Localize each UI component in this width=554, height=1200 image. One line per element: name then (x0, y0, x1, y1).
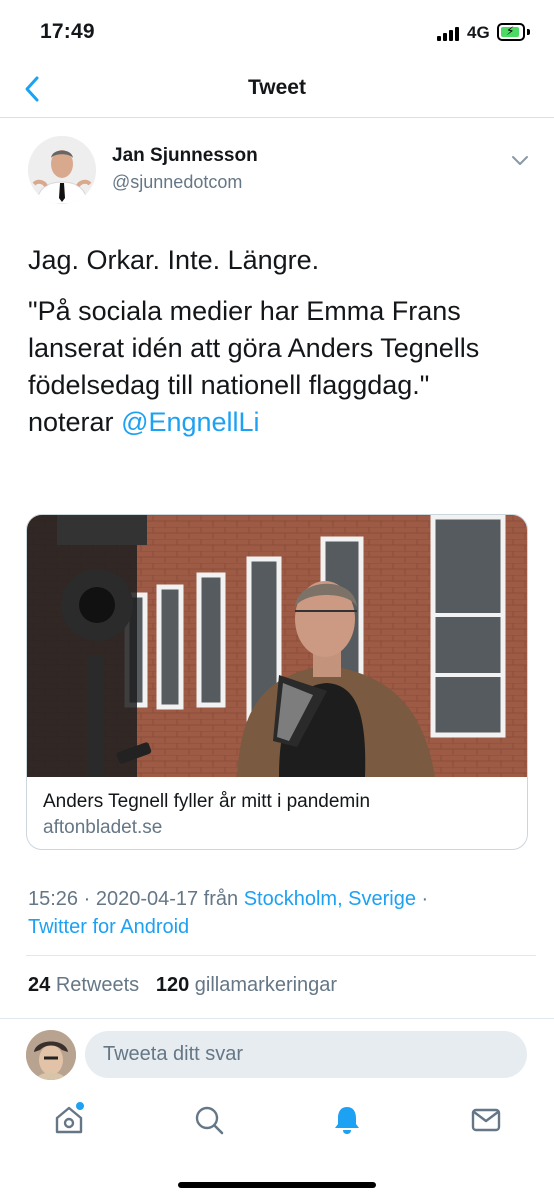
tweet-timestamp: 15:26 · 2020-04-17 från (28, 888, 244, 910)
link-card[interactable]: Anders Tegnell fyller år mitt i pandemin… (26, 514, 528, 850)
signal-strength-icon (437, 25, 463, 41)
author-name[interactable]: Jan Sjunnesson (112, 145, 258, 167)
tweet-quote-text: "På sociala medier har Emma Frans lanser… (28, 296, 480, 400)
nav-bar: Tweet (0, 64, 554, 118)
mention-link[interactable]: @EngnellLi (121, 407, 260, 437)
retweets-label[interactable]: Retweets (56, 974, 139, 996)
tweet-line: Jag. Orkar. Inte. Längre. (28, 245, 320, 275)
tab-search[interactable] (192, 1103, 226, 1137)
divider (26, 955, 536, 956)
likes-count[interactable]: 120 (156, 974, 189, 996)
status-time: 17:49 (40, 20, 95, 43)
chevron-down-icon (512, 156, 528, 165)
search-icon (195, 1106, 224, 1135)
reply-input[interactable] (85, 1031, 527, 1078)
network-type: 4G (467, 23, 490, 42)
tweet-options-button[interactable] (508, 148, 532, 172)
tweet-stats: 24 Retweets 120 gillamarkeringar (28, 974, 337, 997)
meta-separator: · (416, 888, 429, 910)
tweet-quote: "På sociala medier har Emma Frans lanser… (28, 293, 533, 441)
card-domain: aftonbladet.se (43, 817, 163, 838)
tweet-text: Jag. Orkar. Inte. Längre. "På sociala me… (28, 242, 533, 455)
page-title: Tweet (248, 76, 306, 99)
notifications-bell-icon (335, 1107, 359, 1134)
battery-icon: ⚡ (497, 23, 525, 41)
battery-cap (527, 29, 530, 35)
author-avatar[interactable] (28, 136, 96, 204)
new-content-dot (76, 1102, 84, 1110)
home-indicator (178, 1182, 376, 1188)
divider (0, 1018, 554, 1019)
location-link[interactable]: Stockholm, Sverige (244, 888, 416, 910)
card-title: Anders Tegnell fyller år mitt i pandemin (43, 791, 371, 812)
card-image (27, 515, 527, 777)
retweets-count[interactable]: 24 (28, 974, 50, 996)
user-avatar[interactable] (26, 1030, 76, 1080)
likes-label[interactable]: gillamarkeringar (195, 974, 337, 996)
client-link[interactable]: Twitter for Android (28, 916, 189, 938)
tab-messages[interactable] (469, 1103, 503, 1137)
status-bar: 17:49 4G ⚡ (0, 0, 554, 64)
author-handle[interactable]: @sjunnedotcom (112, 172, 242, 193)
tweet-noted-prefix: noterar (28, 407, 122, 437)
messages-mail-icon (471, 1108, 501, 1132)
tab-notifications[interactable] (330, 1103, 364, 1137)
tweet-meta: 15:26 · 2020-04-17 från Stockholm, Sveri… (28, 885, 533, 941)
